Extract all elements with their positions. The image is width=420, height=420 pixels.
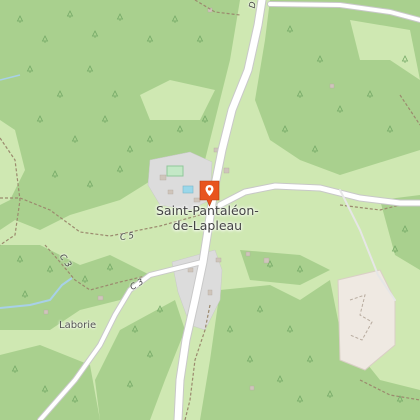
map-canvas[interactable]: Saint-Pantaléon- de-Lapleau Laborie C 5 … xyxy=(0,0,420,420)
locality-label-laborie: Laborie xyxy=(59,320,97,331)
pool xyxy=(182,185,194,194)
location-pin-icon-graphic xyxy=(199,180,220,207)
town-label-line2: de-Lapleau xyxy=(172,218,243,233)
sports-field xyxy=(166,165,184,177)
location-pin-icon[interactable] xyxy=(198,179,221,208)
